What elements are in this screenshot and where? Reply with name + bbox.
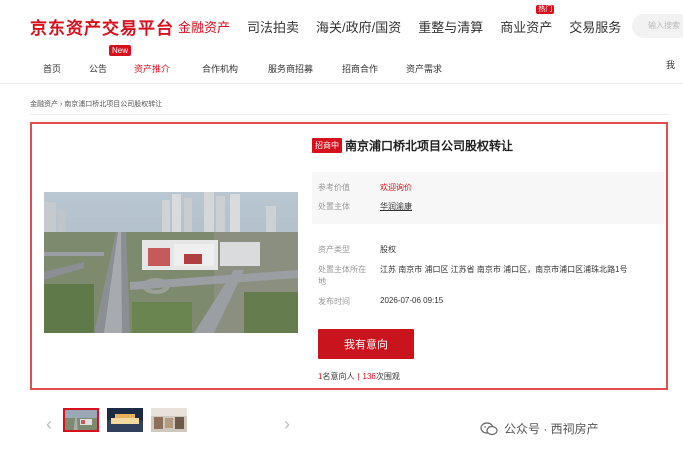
location-label: 处置主体所在 bbox=[318, 265, 366, 274]
subnav-investment-coop[interactable]: 招商合作 bbox=[342, 62, 378, 75]
search-placeholder: 输入搜索 bbox=[648, 21, 680, 30]
breadcrumb[interactable]: 金融资产 › 南京浦口桥北项目公司股权转让 bbox=[30, 99, 162, 109]
location-value: 江苏 南京市 浦口区 江苏省 南京市 浦口区，南京市浦口区浦珠北路1号 bbox=[380, 265, 628, 274]
thumbnail-2[interactable] bbox=[107, 408, 143, 432]
thumbnail-3[interactable] bbox=[151, 408, 187, 432]
intent-suffix: 名意向人 bbox=[322, 372, 355, 381]
subnav-partners[interactable]: 合作机构 bbox=[202, 62, 238, 75]
subnav-home[interactable]: 首页 bbox=[43, 62, 61, 75]
nav-commercial-assets[interactable]: 商业资产 热门 bbox=[500, 5, 555, 36]
aerial-photo-image bbox=[44, 192, 298, 333]
subnav-asset-demand[interactable]: 资产需求 bbox=[406, 62, 442, 75]
subnav-asset-promotion[interactable]: 资产推介 bbox=[134, 62, 170, 75]
search-input[interactable]: 输入搜索 bbox=[632, 14, 683, 38]
active-tab-underline bbox=[0, 50, 683, 52]
wechat-icon bbox=[480, 421, 498, 435]
sub-nav: 首页 公告 资产推介 合作机构 服务商招募 招商合作 资产需求 bbox=[0, 50, 683, 84]
location-label-cont: 地 bbox=[318, 277, 326, 286]
view-count: 136 bbox=[362, 372, 376, 381]
disposal-entity-label: 处置主体 bbox=[318, 202, 350, 211]
listing-title-row: 招商中 南京浦口桥北项目公司股权转让 bbox=[312, 137, 513, 154]
subnav-right-link[interactable]: 我 bbox=[666, 58, 675, 71]
nav-customs-government[interactable]: 海关/政府/国资 bbox=[316, 17, 401, 36]
publish-time-label: 发布时间 bbox=[318, 297, 350, 306]
subnav-announcements[interactable]: 公告 bbox=[89, 62, 107, 75]
price-panel: 参考价值 欢迎询价 处置主体 华润渝康 bbox=[312, 172, 664, 224]
nav-trade-services[interactable]: 交易服务 bbox=[569, 17, 621, 36]
thumbnail-2-image bbox=[107, 408, 143, 432]
status-badge: 招商中 bbox=[312, 138, 342, 153]
publish-time-value: 2026-07-06 09:15 bbox=[380, 296, 444, 305]
subnav-provider-recruit[interactable]: 服务商招募 bbox=[268, 62, 313, 75]
nav-commercial-assets-label: 商业资产 bbox=[500, 20, 553, 35]
listing-title: 南京浦口桥北项目公司股权转让 bbox=[345, 139, 514, 153]
thumbnail-1[interactable] bbox=[63, 408, 99, 432]
thumbnail-3-image bbox=[151, 408, 187, 432]
hot-badge: 热门 bbox=[536, 5, 555, 14]
reference-price-value: 欢迎询价 bbox=[380, 183, 412, 192]
view-suffix: 次围观 bbox=[375, 372, 400, 381]
site-logo[interactable]: 京东资产交易平台 bbox=[30, 14, 174, 39]
divider bbox=[30, 114, 670, 115]
thumbnail-1-image bbox=[65, 410, 97, 430]
reference-price-label: 参考价值 bbox=[318, 183, 350, 192]
asset-type-value: 股权 bbox=[380, 245, 396, 254]
nav-judicial-auction[interactable]: 司法拍卖 bbox=[247, 17, 299, 36]
thumbnail-prev-icon[interactable]: ‹ bbox=[46, 414, 52, 435]
watermark: 公众号 · 西祠房产 bbox=[480, 420, 599, 437]
top-nav: 金融资产 司法拍卖 海关/政府/国资 重整与清算 商业资产 热门 交易服务 bbox=[178, 5, 638, 36]
listing-photo[interactable] bbox=[44, 192, 298, 333]
thumbnail-next-icon[interactable]: › bbox=[284, 414, 290, 435]
watermark-text: 公众号 · 西祠房产 bbox=[504, 422, 599, 436]
nav-restructuring[interactable]: 重整与清算 bbox=[418, 17, 483, 36]
asset-type-label: 资产类型 bbox=[318, 245, 350, 254]
stats-separator: | bbox=[357, 372, 360, 381]
nav-financial-assets[interactable]: 金融资产 bbox=[178, 17, 230, 36]
disposal-entity-link[interactable]: 华润渝康 bbox=[380, 201, 412, 212]
top-header: 京东资产交易平台 金融资产 司法拍卖 海关/政府/国资 重整与清算 商业资产 热… bbox=[0, 0, 683, 50]
express-interest-button[interactable]: 我有意向 bbox=[318, 329, 414, 359]
engagement-stats: 1名意向人 | 136次围观 bbox=[318, 371, 400, 382]
listing-card: 招商中 南京浦口桥北项目公司股权转让 参考价值 欢迎询价 处置主体 华润渝康 资… bbox=[30, 122, 668, 390]
